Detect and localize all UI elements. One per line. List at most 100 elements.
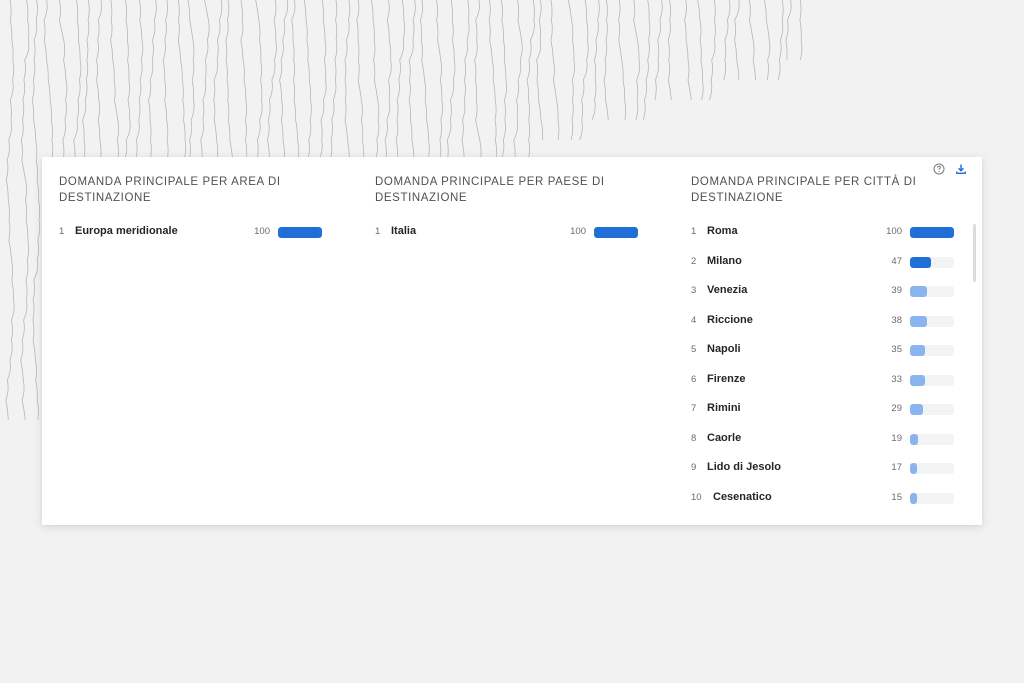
demand-bar-fill: [910, 256, 931, 268]
list-item[interactable]: 1 Roma 100: [691, 223, 954, 243]
decorative-wave-line: [633, 0, 640, 121]
decorative-wave-line: [20, 0, 30, 421]
decorative-wave-line: [187, 0, 195, 161]
demand-bar-fill: [278, 227, 322, 238]
decorative-wave-line: [395, 0, 406, 161]
demand-value: 29: [891, 403, 902, 414]
list-item[interactable]: 1 Italia 100: [375, 223, 638, 243]
demand-bar-fill: [910, 227, 954, 238]
decorative-wave-line: [303, 0, 312, 161]
demand-bar-fill: [910, 404, 923, 415]
demand-value: 33: [891, 373, 902, 385]
decorative-wave-line: [267, 0, 277, 161]
demand-bar-track: [910, 345, 954, 356]
list-scrollbar[interactable]: [973, 224, 976, 282]
destination-name: Lido di Jesolo: [707, 461, 781, 473]
destination-name: Napoli: [707, 343, 741, 355]
demand-value: 17: [891, 462, 902, 473]
rank-number: 9: [691, 462, 697, 473]
destination-name: Riccione: [707, 313, 753, 326]
decorative-wave-line: [654, 0, 663, 101]
list-item[interactable]: 1 Europa meridionale 100: [59, 223, 322, 243]
rank-number: 3: [691, 285, 697, 296]
decorative-wave-line: [82, 0, 90, 161]
decorative-wave-line: [461, 0, 470, 161]
demand-value: 100: [254, 226, 270, 237]
decorative-wave-line: [591, 0, 600, 121]
decorative-wave-line: [436, 0, 443, 161]
demand-bar-track: [910, 227, 954, 238]
decorative-wave-line: [213, 0, 223, 161]
destination-name: Firenze: [707, 372, 746, 385]
decorative-wave-line: [31, 0, 41, 421]
destination-name: Cesenatico: [713, 490, 772, 503]
decorative-wave-line: [474, 0, 482, 161]
decorative-wave-line: [764, 0, 771, 81]
destination-name: Venezia: [707, 284, 748, 296]
demand-bar-track: [910, 433, 954, 445]
list-item[interactable]: 5 Napoli 35: [691, 341, 954, 361]
destination-name: Rimini: [707, 402, 741, 414]
list-item[interactable]: 2 Milano 47: [691, 253, 954, 273]
demand-bar-track: [910, 374, 954, 386]
decorative-wave-line: [697, 0, 704, 101]
help-circle-icon[interactable]: [932, 162, 946, 176]
list-item[interactable]: 10 Cesenatico 15: [691, 489, 954, 509]
rank-number: 10: [691, 491, 702, 503]
decorative-wave-line: [329, 0, 338, 161]
destination-name: Roma: [707, 225, 738, 237]
list-item[interactable]: 6 Firenze 33: [691, 371, 954, 391]
rank-number: 1: [59, 226, 65, 237]
decorative-wave-line: [777, 0, 784, 81]
decorative-wave-line: [734, 0, 740, 81]
decorative-wave-line: [371, 0, 380, 161]
decorative-wave-line: [723, 0, 731, 81]
decorative-wave-line: [568, 0, 575, 141]
demand-bar-track: [278, 227, 322, 238]
rank-number: 1: [691, 226, 697, 237]
destination-name: Italia: [391, 225, 417, 237]
demand-bar-track: [910, 286, 954, 297]
list-item[interactable]: 8 Caorle 19: [691, 430, 954, 450]
decorative-wave-line: [5, 0, 15, 421]
decorative-wave-line: [110, 0, 120, 161]
destination-demand-card: DOMANDA PRINCIPALE PER AREA DI DESTINAZI…: [42, 157, 982, 525]
demand-bar-fill: [910, 315, 927, 327]
decorative-wave-line: [59, 0, 68, 161]
decorative-wave-line: [709, 0, 716, 101]
demand-value: 100: [570, 226, 586, 237]
decorative-wave-line: [356, 0, 365, 161]
decorative-wave-line: [500, 0, 508, 161]
demand-value: 15: [891, 491, 902, 503]
demand-value: 35: [891, 344, 902, 355]
rank-number: 2: [691, 255, 697, 267]
destination-name: Europa meridionale: [75, 225, 178, 237]
demand-value: 19: [891, 432, 902, 444]
rank-number: 7: [691, 403, 697, 414]
decorative-wave-line: [513, 0, 523, 161]
demand-bar-track: [910, 256, 954, 268]
list-item[interactable]: 4 Riccione 38: [691, 312, 954, 332]
decorative-wave-line: [579, 0, 589, 141]
rank-number: 4: [691, 314, 697, 326]
demand-bar-track: [910, 492, 954, 504]
rank-number: 5: [691, 344, 697, 355]
list-item[interactable]: 3 Venezia 39: [691, 282, 954, 302]
demand-bar-fill: [910, 374, 925, 386]
list-item[interactable]: 7 Rimini 29: [691, 400, 954, 420]
panel-title: DOMANDA PRINCIPALE PER CITTÀ DI DESTINAZ…: [691, 176, 917, 204]
demand-bar-track: [910, 463, 954, 474]
panel-title: DOMANDA PRINCIPALE PER AREA DI DESTINAZI…: [59, 176, 281, 204]
rank-number: 6: [691, 373, 697, 385]
demand-value: 39: [891, 285, 902, 296]
download-icon[interactable]: [954, 162, 968, 176]
decorative-wave-line: [225, 0, 234, 161]
demand-bar-fill: [910, 345, 926, 356]
demand-bar-fill: [910, 286, 928, 297]
decorative-wave-line: [135, 0, 144, 161]
demand-value: 100: [886, 226, 902, 237]
decorative-wave-line: [255, 0, 263, 161]
list-item[interactable]: 9 Lido di Jesolo 17: [691, 459, 954, 479]
decorative-wave-line: [177, 0, 187, 161]
demand-value: 47: [891, 255, 902, 267]
